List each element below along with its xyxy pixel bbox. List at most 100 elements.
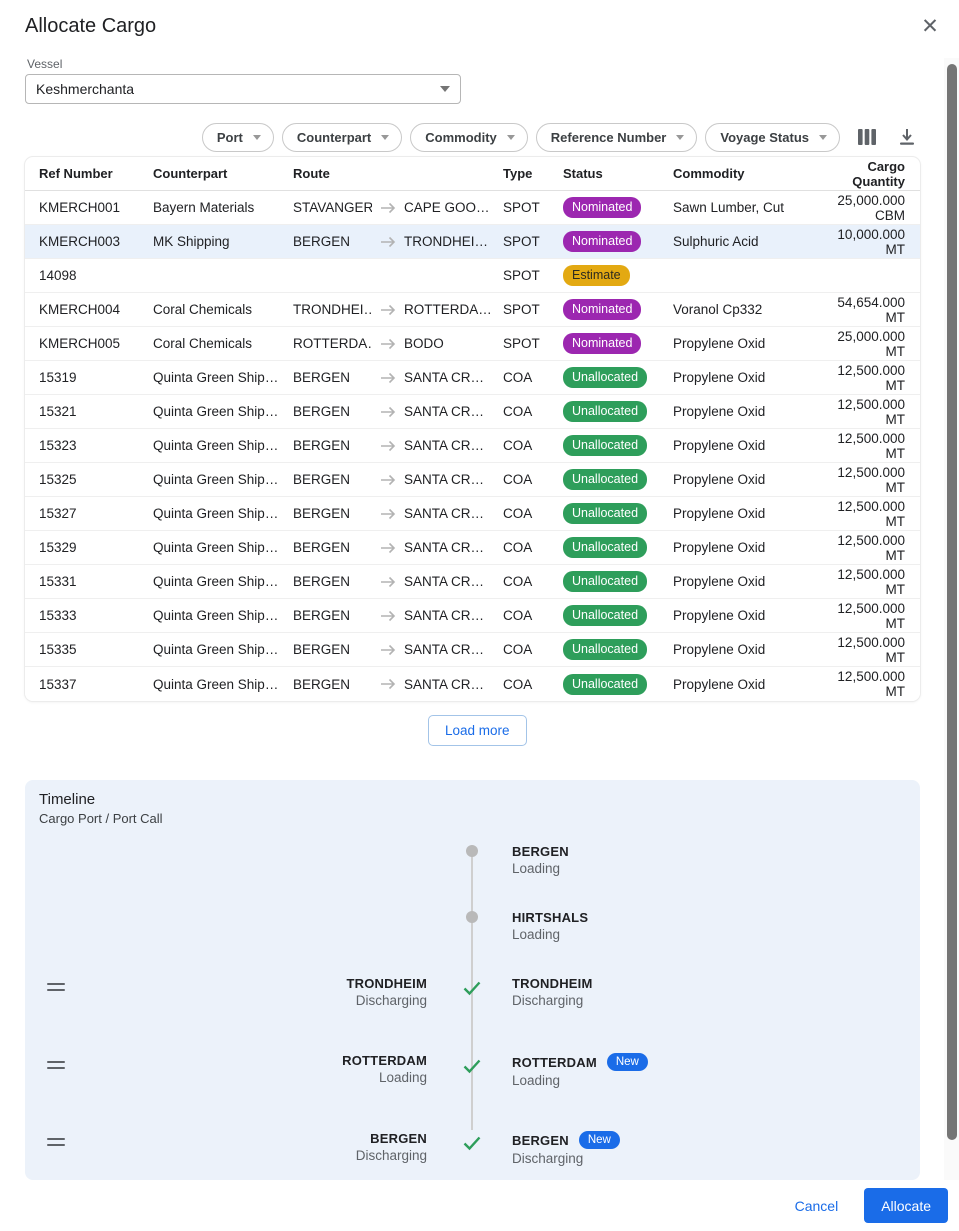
cell-commodity: Propylene Oxid [673,642,823,657]
cell-route: BERGENSANTA CR… [293,642,503,657]
cell-status: Unallocated [563,571,673,592]
route-destination: CAPE GOO… [404,200,490,215]
cell-route: BERGENSANTA CR… [293,608,503,623]
cell-type: SPOT [503,268,563,283]
cell-route: TRONDHEI…ROTTERDA… [293,302,503,317]
cell-counterpart: Quinta Green Ship… [153,677,293,692]
cargo-port-entry: BERGENDischarging [227,1131,427,1163]
new-badge: New [607,1053,648,1071]
table-row[interactable]: 15329Quinta Green Ship…BERGENSANTA CR…CO… [25,531,920,565]
route-destination: SANTA CR… [404,404,484,419]
table-row[interactable]: 15331Quinta Green Ship…BERGENSANTA CR…CO… [25,565,920,599]
route-origin: BERGEN [293,472,372,487]
status-badge: Unallocated [563,435,647,456]
filter-chip-label: Counterpart [297,130,371,145]
column-header: Type [503,166,563,181]
cell-commodity: Sawn Lumber, Cut [673,200,823,215]
arrow-right-icon [380,406,396,418]
cell-ref-number: 15323 [39,438,153,453]
column-header: Route [293,166,503,181]
table-row[interactable]: 15335Quinta Green Ship…BERGENSANTA CR…CO… [25,633,920,667]
download-icon[interactable] [894,124,920,150]
filter-chip-port[interactable]: Port [202,123,274,152]
cell-route: BERGENSANTA CR… [293,677,503,692]
cell-status: Unallocated [563,401,673,422]
cell-ref-number: 15321 [39,404,153,419]
filter-chip-counterpart[interactable]: Counterpart [282,123,402,152]
allocate-button[interactable]: Allocate [864,1188,948,1223]
cell-route: BERGENSANTA CR… [293,506,503,521]
drag-handle-icon[interactable] [47,983,65,992]
timeline-subtitle: Cargo Port / Port Call [39,811,163,826]
cell-commodity: Propylene Oxid [673,370,823,385]
cell-counterpart: Quinta Green Ship… [153,608,293,623]
cell-commodity: Voranol Cp332 [673,302,823,317]
arrow-right-icon [380,236,396,248]
timeline-entry: BERGENNewDischarging [512,1131,892,1166]
port-activity: Discharging [512,993,892,1008]
arrow-right-icon [380,576,396,588]
table-row[interactable]: 15333Quinta Green Ship…BERGENSANTA CR…CO… [25,599,920,633]
filter-chip-reference-number[interactable]: Reference Number [536,123,698,152]
cell-type: SPOT [503,200,563,215]
load-more-button[interactable]: Load more [428,715,527,746]
table-row[interactable]: KMERCH004Coral ChemicalsTRONDHEI…ROTTERD… [25,293,920,327]
chevron-down-icon [819,135,827,140]
vessel-select-value: Keshmerchanta [36,81,134,97]
cell-counterpart: Quinta Green Ship… [153,574,293,589]
cell-status: Estimate [563,265,673,286]
chevron-down-icon [253,135,261,140]
cell-type: COA [503,642,563,657]
timeline-entry: HIRTSHALSLoading [512,910,892,942]
arrow-right-icon [380,440,396,452]
filter-chip-voyage-status[interactable]: Voyage Status [705,123,840,152]
arrow-right-icon [380,474,396,486]
port-activity: Loading [512,861,892,876]
table-row[interactable]: 15319Quinta Green Ship…BERGENSANTA CR…CO… [25,361,920,395]
page-title: Allocate Cargo [25,15,156,38]
check-icon [461,1132,483,1154]
filter-chip-label: Port [217,130,243,145]
cell-commodity: Propylene Oxid [673,336,823,351]
table-row[interactable]: KMERCH001Bayern MaterialsSTAVANGERCAPE G… [25,191,920,225]
columns-icon[interactable] [854,124,880,150]
table-row[interactable]: 15327Quinta Green Ship…BERGENSANTA CR…CO… [25,497,920,531]
cell-status: Nominated [563,197,673,218]
scrollbar-thumb[interactable] [947,64,957,1140]
status-badge: Estimate [563,265,630,286]
route-destination: TRONDHEI… [404,234,488,249]
cell-ref-number: KMERCH003 [39,234,153,249]
cell-commodity: Sulphuric Acid [673,234,823,249]
cell-ref-number: 14098 [39,268,153,283]
table-row[interactable]: 15323Quinta Green Ship…BERGENSANTA CR…CO… [25,429,920,463]
cell-ref-number: KMERCH004 [39,302,153,317]
table-row[interactable]: KMERCH005Coral ChemicalsROTTERDA…BODOSPO… [25,327,920,361]
arrow-right-icon [380,678,396,690]
vessel-select[interactable]: Keshmerchanta [25,74,461,104]
filter-chip-label: Commodity [425,130,497,145]
scrollbar-track[interactable] [944,58,959,1180]
table-row[interactable]: 15337Quinta Green Ship…BERGENSANTA CR…CO… [25,667,920,701]
status-badge: Unallocated [563,605,647,626]
table-row[interactable]: 15321Quinta Green Ship…BERGENSANTA CR…CO… [25,395,920,429]
arrow-right-icon [380,202,396,214]
filter-chip-commodity[interactable]: Commodity [410,123,528,152]
drag-handle-icon[interactable] [47,1061,65,1070]
cell-cargo-quantity: 25,000.000 CBM [823,193,905,223]
cell-counterpart: Bayern Materials [153,200,293,215]
cell-route: BERGENSANTA CR… [293,404,503,419]
table-row[interactable]: 15325Quinta Green Ship…BERGENSANTA CR…CO… [25,463,920,497]
vessel-label: Vessel [27,57,62,71]
column-header: Ref Number [39,166,153,181]
cell-commodity: Propylene Oxid [673,506,823,521]
route-destination: SANTA CR… [404,370,484,385]
table-row[interactable]: KMERCH003MK ShippingBERGENTRONDHEI…SPOTN… [25,225,920,259]
status-badge: Unallocated [563,469,647,490]
port-name: ROTTERDAM [512,1055,597,1070]
close-icon[interactable]: ✕ [918,15,942,39]
table-row[interactable]: 14098 SPOTEstimate [25,259,920,293]
cancel-button[interactable]: Cancel [795,1198,839,1214]
route-origin: BERGEN [293,677,372,692]
timeline-title: Timeline [39,791,95,808]
drag-handle-icon[interactable] [47,1138,65,1147]
